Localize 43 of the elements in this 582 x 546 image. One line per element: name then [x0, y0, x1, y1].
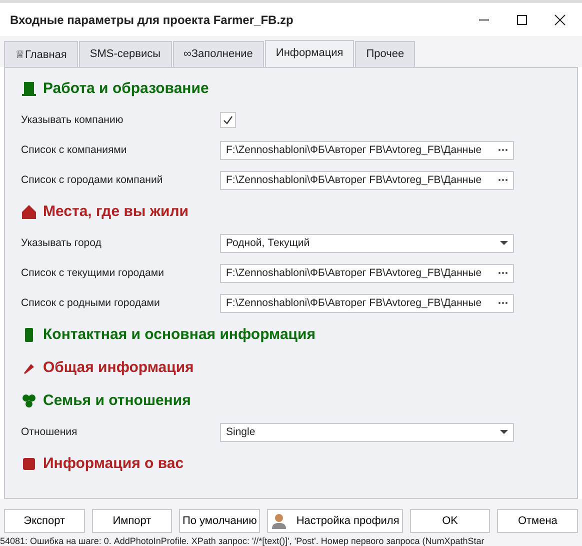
dropdown[interactable]: Родной, Текущий — [220, 234, 514, 252]
window-title: Входные параметры для проекта Farmer_FB.zp — [10, 12, 294, 26]
tab[interactable]: ♕Главная — [4, 41, 78, 67]
more-icon[interactable] — [498, 178, 508, 182]
field-label: Список с компаниями — [21, 144, 128, 156]
dialog-button[interactable]: OK — [410, 509, 490, 533]
caret-icon — [500, 430, 508, 434]
log-text: 54081: Ошибка на шаге: 0. AddPhotoInProfile. XPath запрос: '//*[text()]', 'Post'. Номер первого запроса (NumXpathStar — [0, 536, 582, 546]
field-label: Список с городами компаний — [21, 174, 164, 186]
file-path-field[interactable]: F:\Zennoshabloni\ФБ\Авторег FB\Avtoreg_FB\Данные — [220, 170, 514, 190]
file-path-field[interactable]: F:\Zennoshabloni\ФБ\Авторег FB\Avtoreg_FB\Данные — [220, 294, 514, 312]
field-label: Список с текущими городами — [21, 267, 165, 279]
field-label: Отношения — [21, 426, 78, 438]
more-icon[interactable] — [498, 301, 508, 305]
section-heading: Места, где вы жили — [43, 203, 189, 220]
tab[interactable]: Прочее — [355, 41, 416, 67]
field-label: Указывать компанию — [21, 114, 124, 126]
tab[interactable]: Информация — [264, 40, 354, 67]
check-icon — [222, 114, 234, 126]
tab[interactable]: SMS-сервисы — [78, 41, 172, 67]
checkbox[interactable] — [220, 112, 236, 128]
dialog-button[interactable]: Настройка профиля — [266, 509, 403, 533]
dialog-button[interactable]: По умолчанию — [179, 509, 260, 533]
section-heading: Общая информация — [43, 359, 194, 376]
person-icon — [270, 512, 288, 530]
file-path-field[interactable]: F:\Zennoshabloni\ФБ\Авторег FB\Avtoreg_FB\Данные — [220, 264, 514, 282]
field-label: Список с родными городами — [21, 297, 161, 309]
dropdown[interactable]: Single — [220, 422, 514, 442]
more-icon[interactable] — [498, 148, 508, 152]
close-icon[interactable] — [554, 14, 566, 26]
dialog-button[interactable]: Экспорт — [4, 509, 85, 533]
more-icon[interactable] — [498, 271, 508, 275]
section-heading: Контактная и основная информация — [43, 326, 316, 343]
dialog-button[interactable]: Отмена — [497, 509, 578, 533]
dialog-button[interactable]: Импорт — [92, 509, 172, 533]
field-label: Указывать город — [21, 237, 102, 249]
section-heading: Семья и отношения — [43, 392, 191, 409]
caret-icon — [500, 241, 508, 245]
section-heading: Информация о вас — [43, 455, 184, 472]
file-path-field[interactable]: F:\Zennoshabloni\ФБ\Авторег FB\Avtoreg_FB\Данные — [220, 140, 514, 160]
section-heading: Работа и образование — [43, 80, 209, 97]
maximize-icon[interactable] — [516, 14, 528, 26]
tab[interactable]: ∞Заполнение — [172, 41, 264, 67]
